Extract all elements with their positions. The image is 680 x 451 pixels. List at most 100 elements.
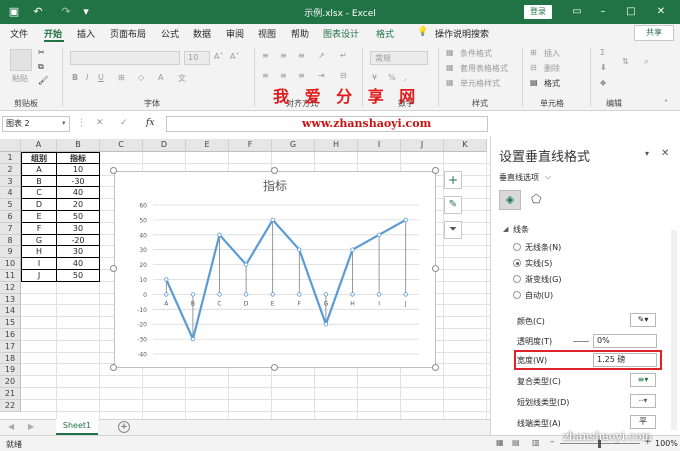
tab-formulas[interactable]: 公式 [161,27,179,40]
column-header[interactable]: E [186,139,229,152]
compound-type-picker[interactable]: ≡▾ [630,373,656,387]
copy-icon[interactable]: ⧉ [38,62,44,72]
radio-no-line[interactable] [513,243,521,251]
table-cell[interactable]: J [21,270,57,282]
pane-subtitle[interactable]: 垂直线选项 [499,172,539,183]
table-cell[interactable]: A [21,163,57,176]
row-header[interactable]: 15 [0,317,21,329]
table-header-cell[interactable]: 指标 [57,152,100,164]
transparency-input[interactable]: 0% [593,334,657,348]
shrink-font-icon[interactable]: A˅ [230,52,239,61]
align-left-icon[interactable]: ≡ [262,71,269,80]
page-layout-view-icon[interactable]: ▤ [512,438,520,447]
resize-handle[interactable] [271,167,278,174]
cell-styles-button[interactable]: 单元格样式 [460,78,500,89]
tab-format[interactable]: 格式 [376,27,394,40]
radio-auto-line[interactable] [513,291,521,299]
tell-me-search[interactable]: 操作说明搜索 [435,27,489,40]
table-cell[interactable]: F [21,222,57,235]
login-button[interactable]: 登录 [524,5,552,19]
tab-page-layout[interactable]: 页面布局 [110,27,146,40]
phonetic-icon[interactable]: 文 [178,73,186,84]
normal-view-icon[interactable]: ▦ [496,438,504,447]
table-cell[interactable]: -30 [57,175,100,188]
minimize-icon[interactable]: – [594,4,612,20]
orientation-icon[interactable]: ↗ [318,51,325,60]
column-header[interactable]: A [21,139,57,152]
format-cells-button[interactable]: 格式 [544,78,560,89]
comma-icon[interactable]: , [404,73,407,82]
share-button[interactable]: 共享 [634,25,674,41]
select-all-corner[interactable] [0,139,21,152]
fill-icon[interactable]: ⬇ [600,63,607,72]
table-cell[interactable]: 50 [57,270,100,282]
table-cell[interactable]: 30 [57,246,100,259]
name-box[interactable]: 图表 2 [2,116,70,132]
collapse-ribbon-icon[interactable]: ˄ [664,99,668,108]
row-header[interactable]: 12 [0,281,21,294]
bold-icon[interactable]: B [72,73,78,82]
row-header[interactable]: 14 [0,305,21,318]
insert-cells-button[interactable]: 插入 [544,48,560,59]
resize-handle[interactable] [432,364,439,371]
number-format-select[interactable]: 常规 [370,51,428,65]
collapse-section-icon[interactable]: ◢ [503,225,508,233]
scroll-left-icon[interactable]: ◀ [8,422,14,431]
format-as-table-button[interactable]: 套用表格格式 [460,63,508,74]
paste-icon[interactable] [10,49,32,71]
row-header[interactable]: 22 [0,399,21,412]
chart-filters-icon[interactable]: ⏷ [444,221,462,239]
add-sheet-button[interactable]: + [118,421,130,433]
table-cell[interactable]: 50 [57,211,100,223]
row-header[interactable]: 2 [0,163,21,176]
page-break-view-icon[interactable]: ▥ [532,438,540,447]
option-no-line[interactable]: 无线条(N) [525,242,561,253]
tab-view[interactable]: 视图 [258,27,276,40]
column-header[interactable]: D [143,139,186,152]
ribbon-display-icon[interactable]: ▭ [568,4,586,20]
chart-area[interactable]: 指标 60 50 40 30 20 10 0 -10 -20 -30 -40 A B C D E F G H I J [114,171,436,368]
find-select-icon[interactable]: ⌕ [644,57,648,67]
cancel-icon[interactable]: ✕ [96,118,104,128]
resize-handle[interactable] [110,167,117,174]
fill-color-icon[interactable]: ◇ [138,73,144,82]
format-cells-icon[interactable]: ▤ [530,78,538,87]
table-cell[interactable]: E [21,211,57,223]
format-painter-icon[interactable]: 🖌 [38,76,48,85]
currency-icon[interactable]: ¥ [372,73,377,82]
insert-function-icon[interactable]: fx [146,118,154,128]
zoom-level[interactable]: 100% [655,439,678,448]
column-header[interactable]: K [444,139,487,152]
radio-gradient-line[interactable] [513,275,521,283]
clear-icon[interactable]: ◆ [600,78,606,87]
font-size-select[interactable]: 10 [184,51,210,65]
color-picker[interactable]: ✎▾ [630,313,656,327]
row-header[interactable]: 21 [0,388,21,400]
conditional-format-button[interactable]: 条件格式 [460,48,492,59]
row-header[interactable]: 8 [0,234,21,247]
row-header[interactable]: 5 [0,199,21,211]
table-header-cell[interactable]: 组别 [21,152,57,164]
column-header[interactable]: H [315,139,358,152]
table-cell[interactable]: C [21,187,57,200]
sheet-tab-sheet1[interactable]: Sheet1 [56,419,98,435]
row-header[interactable]: 4 [0,187,21,200]
conditional-format-icon[interactable]: ▦ [446,48,454,57]
delete-cells-button[interactable]: 删除 [544,63,560,74]
row-header[interactable]: 11 [0,270,21,282]
tab-insert[interactable]: 插入 [77,27,95,40]
confirm-icon[interactable]: ✓ [120,118,128,128]
indent-icon[interactable]: ⇥ [318,71,325,80]
align-center-icon[interactable]: ≡ [280,71,287,80]
percent-icon[interactable]: % [388,73,396,82]
radio-solid-line[interactable] [513,259,521,267]
tab-data[interactable]: 数据 [193,27,211,40]
table-cell[interactable]: -20 [57,234,100,247]
underline-icon[interactable]: U [98,73,104,82]
fill-line-icon[interactable]: ◈ [499,190,521,210]
grow-font-icon[interactable]: A˄ [214,52,223,61]
font-color-icon[interactable]: A [158,73,163,82]
table-cell[interactable]: D [21,199,57,211]
row-header[interactable]: 16 [0,329,21,341]
align-right-icon[interactable]: ≡ [298,71,305,80]
